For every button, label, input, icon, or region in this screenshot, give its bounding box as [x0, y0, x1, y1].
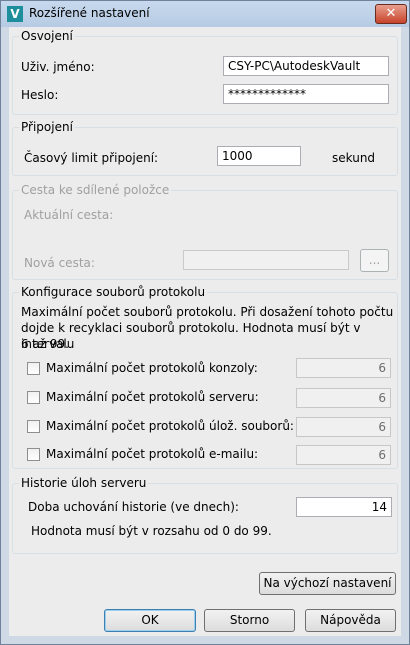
server-logs-checkbox[interactable] [27, 391, 40, 404]
username-label: Uživ. jméno: [21, 60, 95, 74]
filestore-logs-checkbox[interactable] [27, 420, 40, 433]
email-logs-field[interactable]: 6 [296, 445, 391, 465]
filestore-logs-label: Maximální počet protokolů úlož. souborů: [46, 419, 294, 433]
current-path-label: Aktuální cesta: [24, 208, 114, 222]
console-logs-label: Maximální počet protokolů konzoly: [46, 361, 258, 375]
connection-group: Připojení [12, 120, 398, 176]
history-range-note: Hodnota musí být v rozsahu od 0 do 99. [31, 524, 272, 538]
password-field[interactable]: ************* [223, 84, 389, 104]
username-field[interactable]: CSY-PC\AutodeskVault [223, 56, 389, 76]
log-description-line-3: 6 až 99. [21, 337, 69, 351]
autodesk-vault-icon: V [7, 6, 23, 22]
password-label: Heslo: [21, 88, 59, 102]
cancel-button[interactable]: Storno [204, 609, 295, 632]
console-logs-field[interactable]: 6 [296, 358, 391, 378]
history-legend: Historie úloh serveru [21, 476, 147, 490]
log-config-legend: Konfigurace souborů protokolu [21, 285, 206, 299]
dialog-body: Osvojení Uživ. jméno: CSY-PC\AutodeskVau… [9, 27, 401, 636]
timeout-label: Časový limit připojení: [24, 151, 159, 165]
server-logs-field[interactable]: 6 [296, 388, 391, 408]
settings-dialog: V Rozšířené nastavení ✕ Osvojení Uživ. j… [0, 0, 410, 645]
credentials-legend: Osvojení [21, 29, 73, 43]
email-logs-checkbox[interactable] [27, 448, 40, 461]
close-button[interactable]: ✕ [375, 4, 407, 24]
console-logs-checkbox[interactable] [27, 362, 40, 375]
connection-legend: Připojení [21, 120, 73, 134]
window-title: Rozšířené nastavení [29, 6, 150, 20]
log-description-line-1: Maximální počet souborů protokolu. Při d… [21, 305, 394, 319]
browse-button[interactable]: ... [360, 249, 389, 272]
restore-defaults-button[interactable]: Na výchozí nastavení [259, 572, 396, 595]
new-path-field[interactable] [183, 250, 349, 270]
log-description-line-2: dojde k recyklaci souborů protokolu. Hod… [21, 321, 361, 351]
history-retention-label: Doba uchování historie (ve dnech): [28, 500, 239, 514]
timeout-unit: sekund [332, 151, 376, 165]
ok-button[interactable]: OK [104, 609, 196, 632]
email-logs-label: Maximální počet protokolů e-mailu: [46, 447, 259, 461]
history-retention-field[interactable]: 14 [296, 497, 392, 517]
title-bar[interactable]: V Rozšířené nastavení ✕ [1, 1, 409, 27]
help-button[interactable]: Nápověda [305, 609, 396, 632]
server-logs-label: Maximální počet protokolů serveru: [46, 390, 259, 404]
filestore-logs-field[interactable]: 6 [296, 417, 391, 437]
new-path-label: Nová cesta: [24, 256, 95, 270]
shared-path-legend: Cesta ke sdílené položce [21, 183, 170, 197]
timeout-field[interactable]: 1000 [217, 146, 301, 166]
